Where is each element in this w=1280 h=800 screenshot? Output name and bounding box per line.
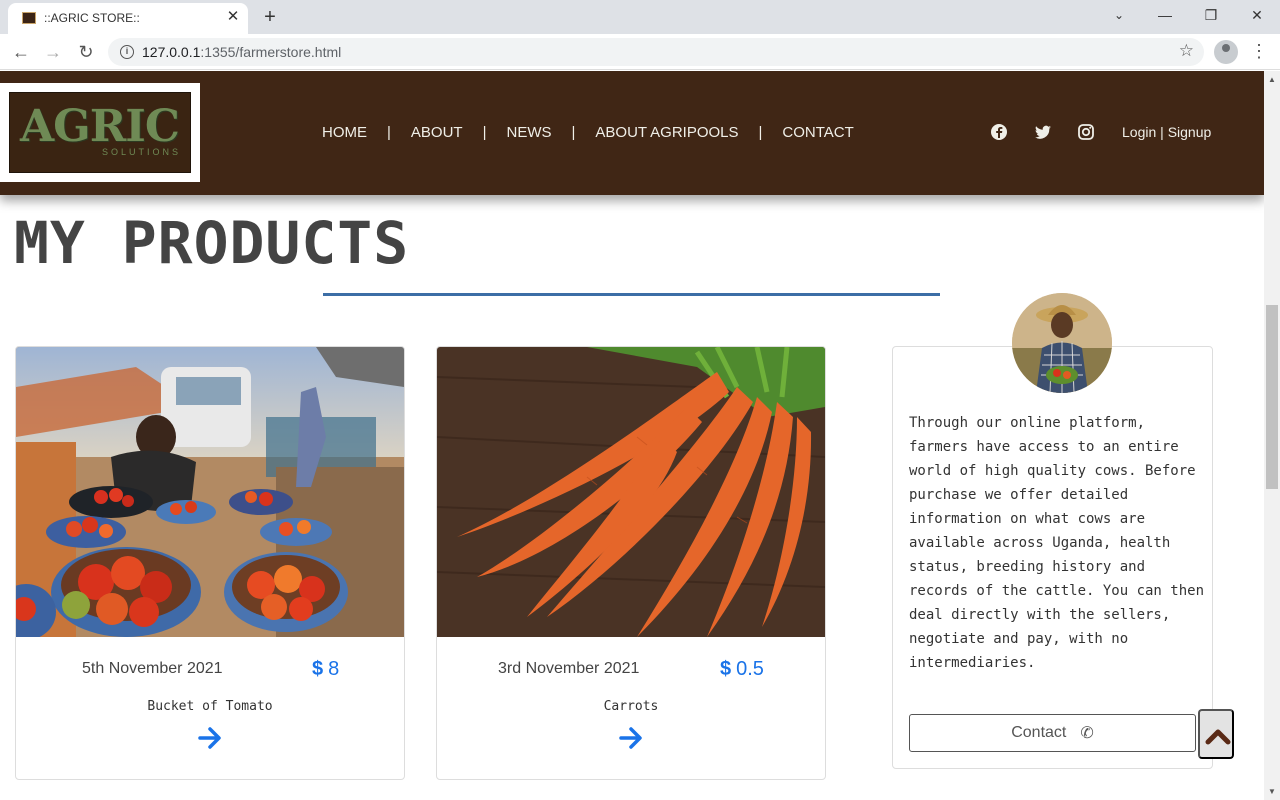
product-date: 5th November 2021 (82, 660, 223, 677)
favicon-icon (22, 12, 36, 24)
product-date: 3rd November 2021 (498, 660, 640, 677)
scrollbar-thumb[interactable] (1266, 305, 1278, 489)
tab-search-icon[interactable]: ⌄ (1104, 4, 1134, 26)
url-host: 127.0.0.1 (142, 44, 201, 60)
farmer-avatar (1012, 293, 1112, 393)
product-price-value: 8 (328, 658, 340, 680)
arrow-right-icon[interactable] (198, 726, 224, 750)
close-window-button[interactable]: ✕ (1242, 4, 1272, 26)
product-card: 3rd November 2021 $0.5 Carrots (436, 346, 826, 780)
info-card: Through our online platform, farmers hav… (892, 346, 1213, 769)
chevron-up-icon (1205, 729, 1231, 745)
signup-link[interactable]: Signup (1168, 124, 1212, 140)
nav-separator: | (758, 123, 763, 141)
product-price: $8 (312, 658, 339, 681)
login-link[interactable]: Login (1122, 124, 1156, 140)
nav-contact[interactable]: CONTACT (782, 124, 853, 141)
product-name: Bucket of Tomato (147, 699, 273, 714)
nav-separator: | (387, 123, 391, 141)
browser-tab-bar: ::AGRIC STORE:: ✕ + ⌄ — ❐ ✕ (0, 0, 1280, 34)
browser-menu-icon[interactable]: ⋮ (1250, 41, 1268, 63)
product-price: $0.5 (720, 658, 764, 681)
info-icon[interactable]: i (120, 45, 134, 59)
new-tab-button[interactable]: + (258, 5, 282, 29)
nav-about-agripools[interactable]: ABOUT AGRIPOOLS (595, 124, 738, 141)
forward-button[interactable]: → (40, 39, 66, 65)
carrots-image (437, 347, 825, 637)
scroll-down-icon[interactable]: ▼ (1268, 787, 1276, 796)
profile-avatar-icon[interactable] (1214, 40, 1238, 64)
site-header: AGRIC SOLUTIONS HOME | ABOUT | NEWS | AB… (0, 71, 1264, 195)
nav-separator: | (571, 123, 576, 141)
auth-links: Login | Signup (1122, 124, 1211, 140)
url-text[interactable]: 127.0.0.1:1355/farmerstore.html (142, 44, 341, 60)
reload-button[interactable]: ↻ (73, 39, 99, 65)
logo-inner: AGRIC SOLUTIONS (9, 92, 191, 173)
arrow-right-icon[interactable] (619, 726, 645, 750)
auth-separator: | (1160, 124, 1164, 140)
nav-separator: | (482, 123, 487, 141)
phone-icon: ✆ (1080, 725, 1094, 742)
tomato-market-image (16, 347, 404, 637)
close-tab-icon[interactable]: ✕ (224, 8, 242, 26)
restore-button[interactable]: ❐ (1196, 4, 1226, 26)
browser-toolbar: ← → ↻ i 127.0.0.1:1355/farmerstore.html … (0, 34, 1280, 70)
instagram-icon[interactable] (1077, 123, 1095, 141)
back-button[interactable]: ← (8, 39, 34, 65)
page-title: MY PRODUCTS (14, 209, 410, 277)
bookmark-star-icon[interactable]: ☆ (1179, 41, 1194, 61)
dollar-icon: $ (720, 658, 732, 680)
address-bar[interactable]: i 127.0.0.1:1355/farmerstore.html ☆ (108, 38, 1204, 66)
tab-title: ::AGRIC STORE:: (44, 11, 140, 25)
scroll-up-icon[interactable]: ▲ (1268, 75, 1276, 84)
twitter-icon[interactable] (1034, 123, 1052, 141)
title-divider (323, 293, 940, 296)
contact-label: Contact (1011, 724, 1067, 741)
product-name: Carrots (603, 699, 659, 714)
facebook-icon[interactable] (990, 123, 1008, 141)
info-text: Through our online platform, farmers hav… (909, 415, 1205, 671)
product-price-value: 0.5 (736, 658, 764, 680)
logo-text: AGRIC (20, 101, 180, 152)
contact-button[interactable]: Contact ✆ (909, 714, 1196, 752)
dollar-icon: $ (312, 658, 324, 680)
page-viewport: AGRIC SOLUTIONS HOME | ABOUT | NEWS | AB… (0, 71, 1264, 800)
minimize-button[interactable]: — (1150, 4, 1180, 26)
back-to-top-button[interactable] (1198, 709, 1234, 759)
page-scrollbar[interactable]: ▲ ▼ (1264, 71, 1280, 800)
nav-about[interactable]: ABOUT (411, 124, 463, 141)
logo-subtext: SOLUTIONS (102, 147, 182, 157)
url-path: :1355/farmerstore.html (200, 44, 342, 60)
main-nav: HOME | ABOUT | NEWS | ABOUT AGRIPOOLS | … (322, 122, 854, 142)
nav-home[interactable]: HOME (322, 124, 367, 141)
product-card: 5th November 2021 $8 Bucket of Tomato (15, 346, 405, 780)
nav-news[interactable]: NEWS (507, 124, 552, 141)
browser-tab[interactable]: ::AGRIC STORE:: ✕ (8, 3, 248, 34)
logo[interactable]: AGRIC SOLUTIONS (0, 83, 200, 182)
